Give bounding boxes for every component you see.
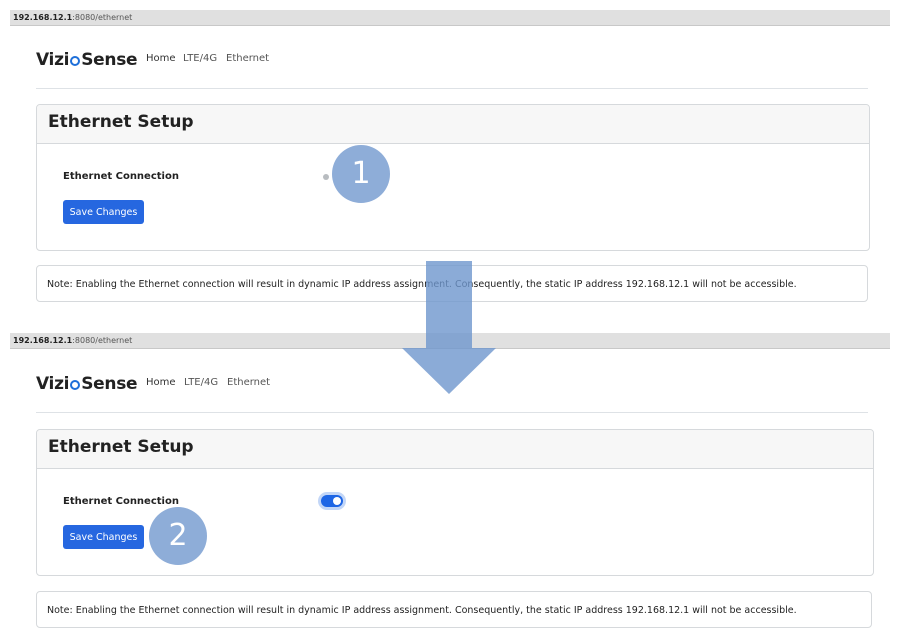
ethernet-connection-label: Ethernet Connection [63,171,179,182]
nav-home[interactable]: Home [146,377,176,388]
toggle-knob [323,174,329,180]
down-arrow-icon [402,261,496,394]
navbar: Vizi Sense Home LTE/4G Ethernet [36,42,868,89]
nav-lte[interactable]: LTE/4G [183,53,217,64]
address-bar[interactable]: 192.168.12.1:8080/ethernet [10,10,890,26]
ethernet-toggle[interactable] [321,495,343,507]
toggle-knob [333,497,341,505]
brand-logo[interactable]: Vizi Sense [36,50,138,70]
ethernet-connection-label: Ethernet Connection [63,496,179,507]
logo-eye-icon [70,380,81,390]
nav-ethernet[interactable]: Ethernet [227,377,270,388]
note-box: Note: Enabling the Ethernet connection w… [36,591,872,628]
card-title: Ethernet Setup [48,112,194,132]
save-changes-button[interactable]: Save Changes [63,525,144,549]
nav-home[interactable]: Home [146,53,176,64]
nav-lte[interactable]: LTE/4G [184,377,218,388]
brand-logo[interactable]: Vizi Sense [36,374,138,394]
card-title: Ethernet Setup [48,437,194,457]
nav-ethernet[interactable]: Ethernet [226,53,269,64]
save-changes-button[interactable]: Save Changes [63,200,144,224]
step-1-marker: 1 [332,145,390,203]
ethernet-setup-card: Ethernet Setup Ethernet Connection Save … [36,104,870,251]
logo-eye-icon [70,56,81,66]
step-2-marker: 2 [149,507,207,565]
